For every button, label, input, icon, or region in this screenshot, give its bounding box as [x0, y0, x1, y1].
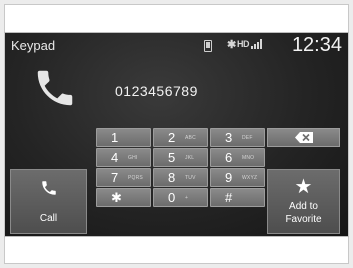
call-icon — [42, 181, 56, 195]
handset-icon — [37, 70, 73, 106]
bluetooth-icon: ✱ — [227, 39, 237, 51]
key-4[interactable]: 4 GHI — [96, 148, 151, 167]
key-3[interactable]: 3 DEF — [210, 128, 265, 147]
favorite-label: Add to Favorite — [268, 200, 339, 226]
status-bar: Keypad ✱ HD 12:34 — [5, 33, 348, 57]
key-letters: PQRS — [128, 175, 143, 181]
call-button[interactable]: Call — [10, 169, 87, 234]
key-0[interactable]: 0 + — [153, 188, 208, 207]
key-letters: MNO — [242, 155, 255, 161]
key-1[interactable]: 1 — [96, 128, 151, 147]
key-digit: 6 — [225, 150, 233, 165]
key-digit: 0 — [168, 190, 176, 205]
key-letters: + — [185, 195, 189, 201]
bottom-rule — [4, 236, 349, 237]
key-digit: 7 — [111, 170, 119, 185]
star-icon: ★ — [294, 176, 313, 198]
key-8[interactable]: 8 TUV — [153, 168, 208, 187]
key-digit: ✱ — [111, 190, 122, 205]
key-2[interactable]: 2 ABC — [153, 128, 208, 147]
backspace-button[interactable] — [267, 128, 340, 147]
key-letters: ABC — [185, 135, 196, 141]
add-to-favorite-button[interactable]: ★ Add to Favorite — [267, 169, 340, 234]
key-6[interactable]: 6 MNO — [210, 148, 265, 167]
key-7[interactable]: 7 PQRS — [96, 168, 151, 187]
key-letters: WXYZ — [242, 175, 258, 181]
call-label: Call — [39, 213, 58, 224]
key-digit: 8 — [168, 170, 176, 185]
key-digit: 1 — [111, 130, 119, 145]
key-digit: 2 — [168, 130, 176, 145]
key-digit: 9 — [225, 170, 233, 185]
key-letters: TUV — [185, 175, 196, 181]
favorite-label-line2: Favorite — [285, 214, 322, 225]
key-digit: 4 — [111, 150, 119, 165]
key-hash[interactable]: # — [210, 188, 265, 207]
key-digit: 5 — [168, 150, 176, 165]
phone-icon — [204, 40, 212, 52]
key-5[interactable]: 5 JKL — [153, 148, 208, 167]
key-9[interactable]: 9 WXYZ — [210, 168, 265, 187]
keypad-screen: Keypad ✱ HD 12:34 0123456789 1 2 ABC 3 D… — [5, 33, 348, 236]
signal-icon — [251, 39, 263, 49]
hd-icon: HD — [237, 39, 250, 49]
key-letters: JKL — [185, 155, 195, 161]
key-letters: GHI — [128, 155, 138, 161]
backspace-icon — [295, 132, 313, 143]
favorite-label-line1: Add to — [289, 201, 318, 212]
dialed-number: 0123456789 — [115, 83, 198, 99]
screen-title: Keypad — [11, 38, 56, 53]
key-letters: DEF — [242, 135, 253, 141]
clock: 12:34 — [291, 34, 342, 56]
key-star[interactable]: ✱ — [96, 188, 151, 207]
key-digit: 3 — [225, 130, 233, 145]
key-digit: # — [225, 190, 233, 205]
